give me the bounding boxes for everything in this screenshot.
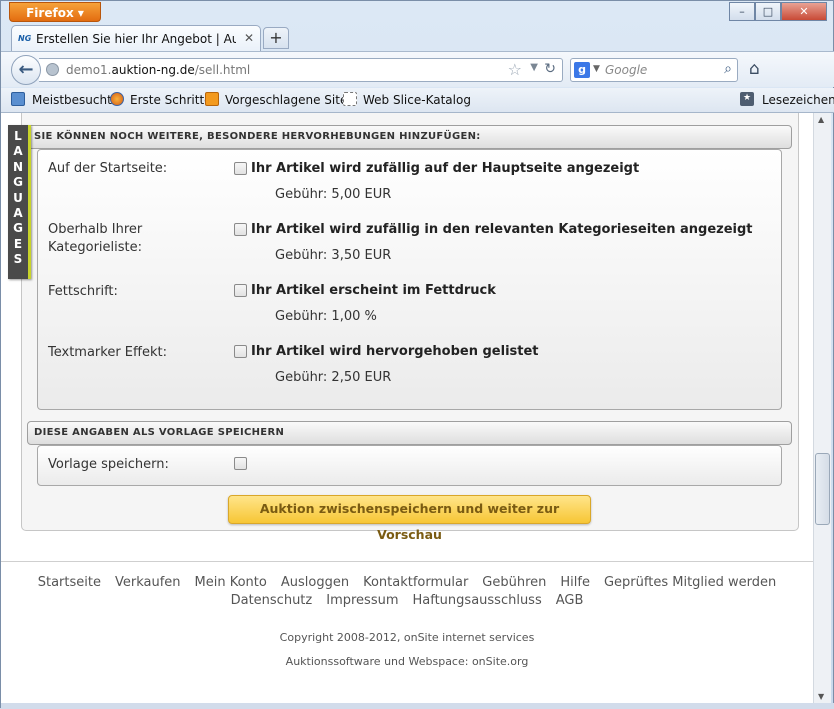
fee-category-list: Gebühr: 3,50 EUR: [275, 248, 392, 263]
bookmarks-star-icon: ★: [740, 92, 754, 106]
site-favicon-icon: NG: [18, 34, 32, 43]
footer-link-fees[interactable]: Gebühren: [482, 575, 546, 590]
footer-link-home[interactable]: Startseite: [38, 575, 101, 590]
reload-icon[interactable]: ↻: [544, 61, 556, 77]
search-bar[interactable]: g ▼ Google ⌕: [570, 58, 738, 82]
tab-title: Erstellen Sie hier Ihr Angebot | Auktion…: [36, 32, 236, 46]
checkbox-highlighter[interactable]: [234, 345, 247, 358]
section-header-template: DIESE ANGABEN ALS VORLAGE SPEICHERN: [27, 421, 792, 445]
back-button[interactable]: ←: [11, 55, 41, 85]
label-save-template: Vorlage speichern:: [48, 457, 169, 472]
languages-letter: G: [13, 221, 23, 236]
footer-divider: [1, 561, 813, 562]
languages-letter: L: [14, 129, 22, 143]
history-dropdown-icon[interactable]: ▼: [530, 62, 538, 73]
footer-link-verified-member[interactable]: Geprüftes Mitglied werden: [604, 575, 776, 590]
fee-highlighter: Gebühr: 2,50 EUR: [275, 370, 392, 385]
footer-links-row1: Startseite Verkaufen Mein Konto Ausloggen Ko…: [1, 575, 813, 590]
checkbox-homepage[interactable]: [234, 162, 247, 175]
languages-letter: E: [13, 236, 23, 251]
checkbox-save-template[interactable]: [234, 457, 247, 470]
bookmark-web-slice[interactable]: Web Slice-Katalog: [363, 93, 471, 107]
web-slice-icon: [343, 92, 357, 106]
footer-link-sell[interactable]: Verkaufen: [115, 575, 181, 590]
languages-letter: U: [13, 190, 23, 205]
close-window-button[interactable]: ✕: [781, 2, 827, 21]
search-placeholder: Google: [605, 63, 648, 77]
firefox-menu-button[interactable]: Firefox ▾: [9, 2, 101, 22]
bookmark-getting-started[interactable]: Erste Schritte: [130, 93, 212, 107]
scrollbar-thumb[interactable]: [815, 453, 830, 525]
url-text: demo1.auktion-ng.de/sell.html: [66, 63, 251, 77]
option-category-list: Ihr Artikel wird zufällig in den relevan…: [251, 222, 753, 237]
maximize-button[interactable]: □: [755, 2, 781, 21]
engine-dropdown-icon[interactable]: ▼: [593, 64, 600, 74]
search-icon[interactable]: ⌕: [724, 61, 732, 77]
section-header-highlights: SIE KÖNNEN NOCH WEITERE, BESONDERE HERVO…: [27, 125, 792, 149]
footer-link-help[interactable]: Hilfe: [560, 575, 590, 590]
footer-link-terms[interactable]: AGB: [556, 593, 584, 608]
footer-link-account[interactable]: Mein Konto: [195, 575, 267, 590]
page-viewport: SIE KÖNNEN NOCH WEITERE, BESONDERE HERVO…: [1, 113, 813, 703]
most-visited-icon: [11, 92, 25, 106]
suggested-sites-icon: [205, 92, 219, 106]
label-category-list: Oberhalb Ihrer Kategorieliste:: [48, 222, 143, 255]
languages-letter: N: [12, 159, 24, 174]
footer-software: Auktionssoftware und Webspace: onSite.or…: [285, 655, 529, 668]
firefox-icon: [110, 92, 124, 106]
bookmark-most-visited[interactable]: Meistbesucht: [32, 93, 112, 107]
minimize-button[interactable]: –: [729, 2, 755, 21]
highlights-box: [37, 149, 782, 410]
languages-letter: S: [13, 252, 23, 267]
vertical-scrollbar[interactable]: ▲ ▼: [813, 113, 831, 703]
languages-tab[interactable]: L A N G U A G E S: [8, 125, 31, 279]
footer-copyright: Copyright 2008-2012, onSite internet ser…: [279, 631, 535, 644]
label-highlighter: Textmarker Effekt:: [48, 345, 167, 360]
close-tab-icon[interactable]: ✕: [244, 31, 254, 45]
option-highlighter: Ihr Artikel wird hervorgehoben gelistet: [251, 344, 539, 359]
scroll-down-icon[interactable]: ▼: [818, 692, 824, 701]
footer-link-privacy[interactable]: Datenschutz: [231, 593, 313, 608]
bookmark-star-icon[interactable]: ☆: [508, 60, 522, 79]
checkbox-bold[interactable]: [234, 284, 247, 297]
languages-letter: A: [13, 144, 23, 159]
languages-letter: A: [13, 206, 23, 221]
fee-homepage: Gebühr: 5,00 EUR: [275, 187, 392, 202]
google-engine-icon[interactable]: g: [574, 62, 590, 78]
new-tab-button[interactable]: +: [263, 27, 289, 49]
bookmark-suggested-sites[interactable]: Vorgeschlagene Sites: [225, 93, 354, 107]
footer-link-imprint[interactable]: Impressum: [326, 593, 398, 608]
globe-icon: [46, 63, 59, 76]
browser-tab[interactable]: NG Erstellen Sie hier Ihr Angebot | Aukt…: [11, 25, 261, 51]
browser-window: Firefox ▾ – □ ✕ NG Erstellen Sie hier Ih…: [0, 0, 834, 709]
window-bottom-border: [1, 703, 834, 709]
scroll-up-icon[interactable]: ▲: [818, 115, 824, 124]
option-homepage: Ihr Artikel wird zufällig auf der Haupts…: [251, 161, 640, 176]
option-bold: Ihr Artikel erscheint im Fettdruck: [251, 283, 496, 298]
label-bold: Fettschrift:: [48, 284, 118, 299]
label-homepage: Auf der Startseite:: [48, 161, 168, 176]
footer-links-row2: Datenschutz Impressum Haftungsausschluss AG…: [1, 593, 813, 608]
footer-link-disclaimer[interactable]: Haftungsausschluss: [413, 593, 542, 608]
checkbox-category-list[interactable]: [234, 223, 247, 236]
home-icon[interactable]: ⌂: [749, 59, 760, 79]
bookmarks-toolbar: Meistbesucht Erste Schritte Vorgeschlage…: [1, 88, 834, 113]
url-bar[interactable]: demo1.auktion-ng.de/sell.html ☆ ▼ ↻: [39, 58, 563, 82]
bookmarks-menu[interactable]: Lesezeichen: [762, 93, 834, 107]
footer-link-logout[interactable]: Ausloggen: [281, 575, 349, 590]
fee-bold: Gebühr: 1,00 %: [275, 309, 377, 324]
firefox-menu-label: Firefox: [26, 6, 74, 20]
languages-letter: G: [13, 175, 23, 190]
save-and-preview-button[interactable]: Auktion zwischenspeichern und weiter zur…: [228, 495, 591, 542]
footer-link-contact[interactable]: Kontaktformular: [363, 575, 468, 590]
